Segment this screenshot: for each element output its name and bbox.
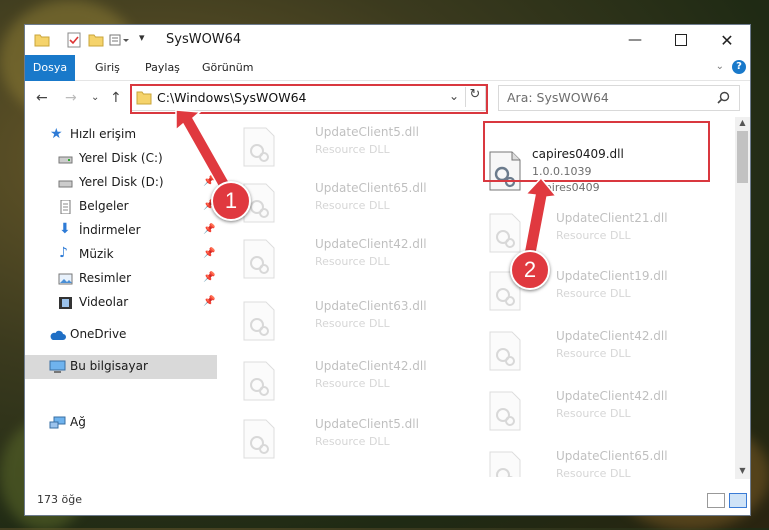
arrow-1 — [175, 109, 234, 195]
annotation-arrows — [175, 109, 558, 256]
step-2-badge: 2 — [510, 250, 550, 290]
arrow-2 — [523, 176, 558, 256]
step-1-badge: 1 — [211, 181, 251, 221]
